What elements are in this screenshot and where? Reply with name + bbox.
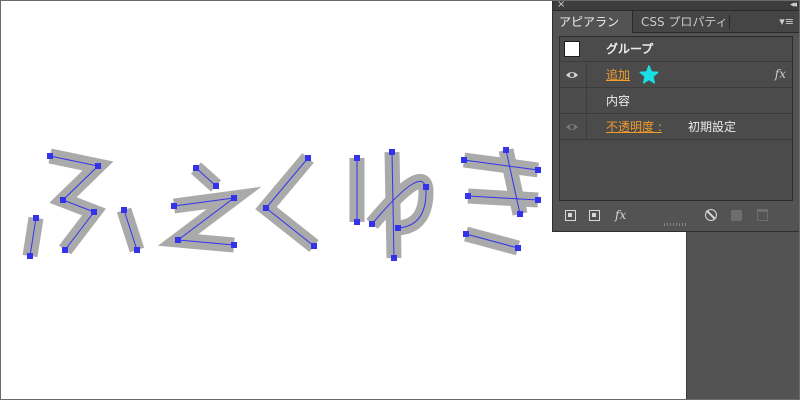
panel-footer: fx [553,204,799,228]
fx-icon[interactable]: fx [775,67,786,81]
glyph-e [157,162,262,253]
appearance-panel: × ◂◂ アピアランス CSS プロパティ ▾≡ グループ 追加 fx 内容 [552,0,800,232]
delete-item-icon [757,209,768,221]
tab-appearance[interactable]: アピアランス [553,11,633,51]
row-opacity[interactable]: 不透明度 : 初期設定 [560,115,792,140]
opacity-link[interactable]: 不透明度 : [606,115,662,139]
opacity-value: 初期設定 [688,120,737,134]
row-column-divider [586,89,587,113]
group-thumbnail [564,41,580,57]
row-contents[interactable]: 内容 [560,89,792,114]
add-effect-fx-icon[interactable]: fx [615,208,626,224]
row-group-label: グループ [606,42,654,56]
row-contents-label: 内容 [606,94,631,108]
panel-resize-grip[interactable] [664,223,686,226]
eye-icon-dimmed[interactable] [565,122,579,132]
tab-divider [729,15,730,29]
eye-icon[interactable] [565,70,579,80]
workspace-background [686,230,800,400]
artwork-canvas[interactable] [0,0,560,400]
panel-menu-icon[interactable]: ▾≡ [779,15,794,29]
row-group[interactable]: グループ [560,37,792,62]
star-icon [639,65,659,84]
add-stroke-icon[interactable] [565,210,576,221]
clear-appearance-icon[interactable] [705,209,717,221]
row-column-divider [586,115,587,139]
glyph-ku [255,153,319,252]
tab-css-properties[interactable]: CSS プロパティ [635,11,734,33]
glyph-fu [22,148,145,258]
appearance-list: グループ 追加 fx 内容 不透明度 : 初期設定 [559,36,793,201]
artwork-glyphs [22,148,540,259]
row-add-label[interactable]: 追加 [606,63,630,87]
row-column-divider [586,63,587,87]
panel-tabbar: アピアランス CSS プロパティ ▾≡ [553,11,799,51]
panel-titlebar[interactable]: × ◂◂ [553,0,799,11]
add-fill-icon[interactable] [589,210,600,221]
duplicate-item-icon [731,210,742,221]
glyph-yu [349,151,434,259]
row-add-effect[interactable]: 追加 fx [560,63,792,88]
